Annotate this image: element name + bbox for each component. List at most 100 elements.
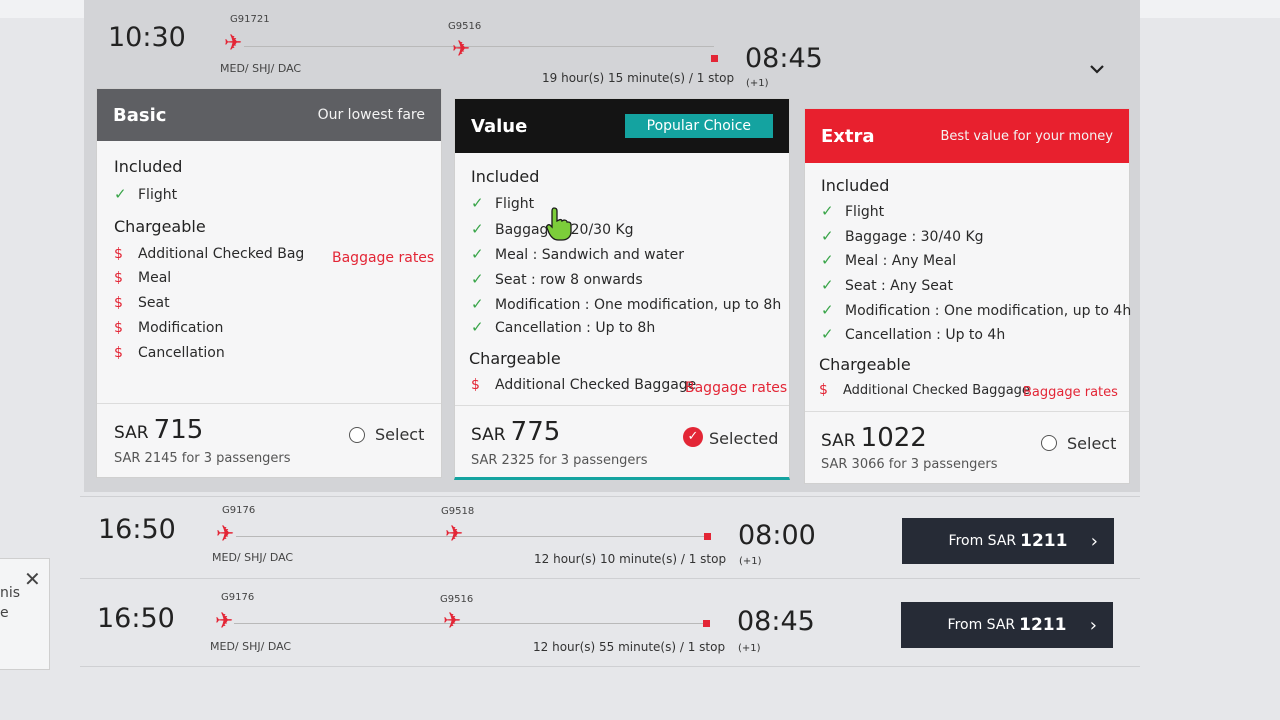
fare-price: SAR 1022	[821, 423, 927, 453]
departure-time: 16:50	[98, 514, 176, 545]
route-label: MED/ SHJ/ DAC	[212, 551, 294, 564]
select-radio[interactable]	[349, 427, 365, 443]
flight-code-2: G9518	[441, 506, 475, 517]
route-line	[244, 46, 714, 47]
check-icon: ✓	[114, 185, 127, 203]
check-icon: ✓	[471, 295, 484, 313]
hand-cursor-icon	[546, 207, 572, 241]
chargeable-item: $ Modification	[114, 320, 224, 336]
popular-choice-badge: Popular Choice	[624, 114, 773, 138]
check-icon: ✓	[471, 245, 484, 263]
card-divider	[805, 411, 1129, 412]
included-title: Included	[471, 167, 540, 186]
included-item: ✓ Modification : One modification, up to …	[471, 295, 782, 313]
check-icon: ✓	[471, 220, 484, 238]
fare-card-value[interactable]: Value Popular Choice Included ✓ Flight ✓ B…	[454, 98, 790, 480]
destination-dot	[703, 620, 710, 627]
dollar-icon: $	[471, 377, 480, 393]
included-item: ✓ Cancellation : Up to 8h	[471, 318, 656, 336]
select-label[interactable]: Select	[1067, 434, 1116, 453]
included-item: ✓ Cancellation : Up to 4h	[821, 325, 1006, 343]
departure-time: 16:50	[97, 603, 175, 634]
check-icon: ✓	[471, 194, 484, 212]
row-divider	[80, 666, 1140, 667]
flight-code-1: G9176	[221, 592, 255, 603]
from-price-button[interactable]: From SAR 1211 ›	[901, 602, 1113, 648]
route-line	[234, 623, 704, 624]
notification-toast: ✕ nis e	[0, 558, 50, 670]
toast-text: nis e	[0, 585, 21, 621]
baggage-rates-link[interactable]: Baggage rates	[332, 250, 434, 266]
baggage-rates-link[interactable]: Baggage rates	[685, 380, 787, 396]
included-item: ✓ Flight	[821, 202, 885, 220]
plane-icon: ✈	[216, 522, 235, 547]
price-for-passengers: SAR 2325 for 3 passengers	[471, 453, 648, 468]
fare-price: SAR 775	[471, 417, 561, 447]
plane-icon: ✈	[452, 37, 471, 62]
chevron-right-icon: ›	[1089, 614, 1097, 636]
arrival-time: 08:00	[738, 520, 816, 551]
included-item: ✓ Seat : Any Seat	[821, 276, 953, 294]
chargeable-item: $ Seat	[114, 295, 170, 311]
dollar-icon: $	[819, 382, 828, 398]
plus-day-label: (+1)	[746, 78, 769, 89]
row-divider	[80, 578, 1140, 579]
fare-card-basic[interactable]: Basic Our lowest fare Included ✓ Flight C…	[96, 88, 442, 478]
check-icon: ✓	[821, 276, 834, 294]
from-price-button[interactable]: From SAR 1211 ›	[902, 518, 1114, 564]
included-item: ✓ Flight	[114, 185, 178, 203]
chargeable-title: Chargeable	[819, 355, 911, 374]
dollar-icon: $	[114, 270, 123, 286]
baggage-rates-link[interactable]: Baggage rates	[1023, 385, 1118, 400]
check-icon: ✓	[821, 202, 834, 220]
route-line	[236, 536, 706, 537]
included-item: ✓ Meal : Sandwich and water	[471, 245, 685, 263]
plane-icon: ✈	[215, 609, 234, 634]
fare-card-header: Basic Our lowest fare	[97, 89, 441, 141]
selected-label[interactable]: Selected	[709, 429, 778, 448]
included-item: ✓ Meal : Any Meal	[821, 251, 957, 269]
fare-name: Value	[471, 115, 528, 137]
destination-dot	[711, 55, 718, 62]
check-icon: ✓	[821, 301, 834, 319]
check-icon: ✓	[821, 227, 834, 245]
fare-card-header: Value Popular Choice	[455, 99, 789, 153]
chargeable-title: Chargeable	[114, 217, 206, 236]
route-label: MED/ SHJ/ DAC	[210, 640, 292, 653]
flight-code-1: G91721	[230, 14, 270, 25]
fare-tagline: Our lowest fare	[317, 107, 425, 123]
plus-day-label: (+1)	[738, 643, 761, 654]
plus-day-label: (+1)	[739, 556, 762, 567]
select-label[interactable]: Select	[375, 425, 424, 444]
close-icon[interactable]: ✕	[24, 567, 41, 591]
duration-label: 19 hour(s) 15 minute(s) / 1 stop	[542, 71, 735, 85]
included-title: Included	[821, 176, 890, 195]
fare-card-extra[interactable]: Extra Best value for your money Included…	[804, 108, 1131, 484]
fare-price: SAR 715	[114, 415, 204, 445]
plane-icon: ✈	[224, 31, 243, 56]
chevron-right-icon: ›	[1090, 530, 1098, 552]
flight-code-2: G9516	[440, 594, 474, 605]
fare-tagline: Best value for your money	[940, 128, 1113, 144]
selected-check-icon[interactable]: ✓	[683, 427, 703, 447]
card-divider	[455, 405, 789, 406]
chargeable-item: $ Cancellation	[114, 345, 225, 361]
chevron-down-icon[interactable]	[1088, 60, 1106, 78]
chargeable-item: $ Additional Checked Baggage	[819, 382, 1030, 398]
departure-time: 10:30	[108, 22, 186, 53]
duration-label: 12 hour(s) 55 minute(s) / 1 stop	[533, 640, 726, 654]
included-item: ✓ Flight	[471, 194, 535, 212]
card-divider	[97, 403, 441, 404]
dollar-icon: $	[114, 345, 123, 361]
fare-name: Basic	[113, 104, 167, 126]
price-for-passengers: SAR 3066 for 3 passengers	[821, 457, 998, 472]
flight-code-2: G9516	[448, 21, 482, 32]
fare-name: Extra	[821, 125, 875, 147]
flight-code-1: G9176	[222, 505, 256, 516]
chargeable-title: Chargeable	[469, 349, 561, 368]
row-divider	[80, 496, 1140, 497]
dollar-icon: $	[114, 246, 123, 262]
select-radio[interactable]	[1041, 435, 1057, 451]
plane-icon: ✈	[445, 522, 464, 547]
route-label: MED/ SHJ/ DAC	[220, 62, 302, 75]
